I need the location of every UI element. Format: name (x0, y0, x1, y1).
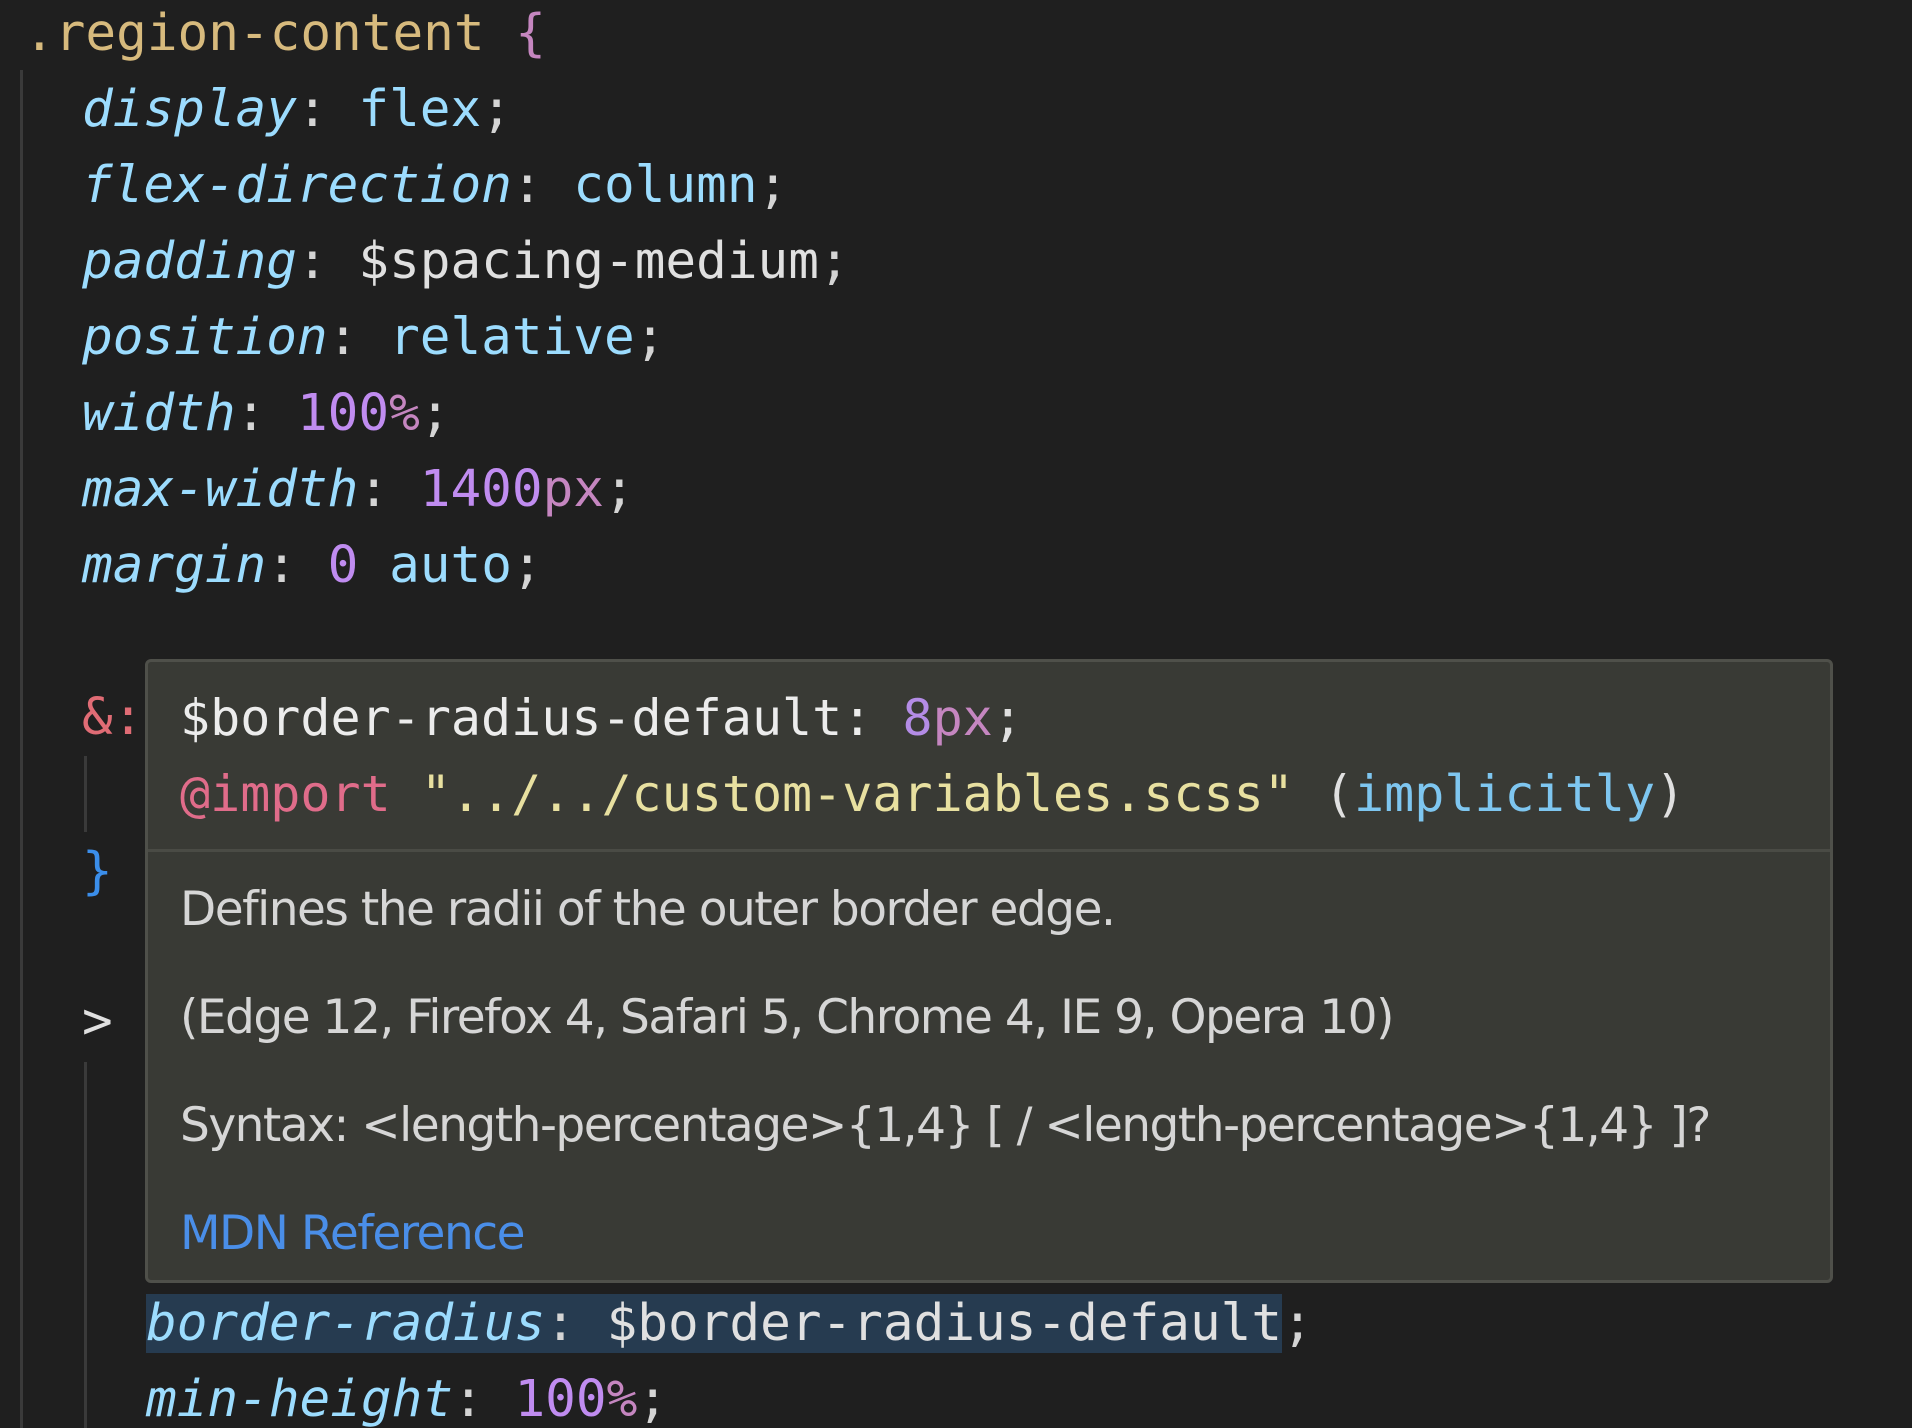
code-line-nested-close[interactable]: } (0, 834, 113, 910)
property-description: Defines the radii of the outer border ed… (180, 882, 1116, 937)
property-value: flex (358, 80, 482, 139)
property-name: width (82, 384, 236, 443)
code-line-width[interactable]: width: 100%; (0, 376, 451, 452)
code-line-min-height[interactable]: min-height: 100%; (0, 1362, 668, 1428)
number-value: 100 (296, 384, 390, 443)
hover-variable-definition: $border-radius-default: 8px; (180, 689, 1023, 747)
code-line-flex-direction[interactable]: flex-direction: column; (0, 148, 788, 224)
code-line-selector[interactable]: .region-content { (0, 0, 546, 72)
code-line-position[interactable]: position: relative; (0, 300, 665, 376)
hover-divider (148, 849, 1830, 852)
hover-import-line: @import "../../custom-variables.scss" (i… (180, 765, 1686, 823)
unit: % (389, 384, 420, 443)
import-keyword: @import (180, 765, 391, 823)
css-selector: .region-content (24, 4, 485, 63)
code-line-border-radius[interactable]: border-radius: $border-radius-default; (0, 1286, 1313, 1362)
property-value: relative (389, 308, 635, 367)
property-name: min-height (146, 1370, 454, 1428)
property-name: padding (82, 232, 297, 291)
editor-viewport: .region-content { display: flex; flex-di… (0, 0, 1912, 1428)
import-path: "../../custom-variables.scss" (420, 765, 1294, 823)
property-name: margin (82, 536, 267, 595)
open-brace: { (515, 4, 547, 63)
child-combinator: > (82, 992, 113, 1051)
code-line-padding[interactable]: padding: $spacing-medium; (0, 224, 850, 300)
number-value: 100 (514, 1370, 607, 1428)
property-name: max-width (82, 460, 359, 519)
code-line-display[interactable]: display: flex; (0, 72, 512, 148)
scss-variable-hovered[interactable]: $border-radius-default (607, 1294, 1283, 1353)
variable-name: $border-radius-default: (180, 689, 873, 747)
code-line-max-width[interactable]: max-width: 1400px; (0, 452, 635, 528)
number-value: 0 (327, 536, 359, 595)
unit: px (542, 460, 605, 519)
close-brace: } (82, 842, 113, 901)
variable-unit: px (932, 689, 993, 747)
indent-guide-nested (84, 756, 87, 832)
variable-number: 8 (902, 689, 933, 747)
code-line-nested-selector[interactable]: &: (0, 680, 143, 756)
unit: % (606, 1370, 638, 1428)
property-value: auto (389, 536, 512, 595)
property-name: display (82, 80, 297, 139)
code-line-margin[interactable]: margin: 0 auto; (0, 528, 543, 604)
property-syntax: Syntax: <length-percentage>{1,4} [ / <le… (180, 1098, 1711, 1153)
hover-tooltip[interactable]: $border-radius-default: 8px; @import "..… (145, 659, 1833, 1283)
mdn-reference-link[interactable]: MDN Reference (180, 1204, 526, 1264)
property-name: position (82, 308, 328, 367)
code-line-child-selector[interactable]: > (0, 984, 113, 1060)
browser-compatibility: (Edge 12, Firefox 4, Safari 5, Chrome 4,… (180, 990, 1394, 1045)
nested-selector: &: (82, 688, 144, 747)
import-note: implicitly (1354, 765, 1656, 823)
property-name: border-radius (146, 1294, 546, 1353)
number-value: 1400 (419, 460, 543, 519)
property-value: column (573, 156, 758, 215)
scss-variable: $spacing-medium (358, 232, 819, 291)
property-name: flex-direction (82, 156, 512, 215)
